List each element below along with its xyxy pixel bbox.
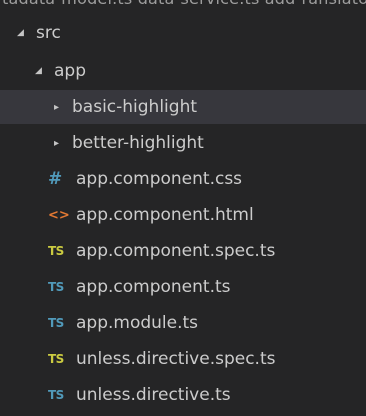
ts-file-icon: TS xyxy=(48,316,64,330)
tree-file-app-component-html[interactable]: <> app.component.html xyxy=(0,198,366,232)
folder-label-app: app xyxy=(54,61,86,81)
tree-file-app-component-ts[interactable]: TS app.component.ts xyxy=(0,270,366,304)
expanded-chevron-icon[interactable]: ◢ xyxy=(32,66,45,76)
clipped-previous-row-text: tadata-model.ts data-service.ts add-rans… xyxy=(2,0,366,8)
ts-spec-file-icon: TS xyxy=(48,244,64,258)
ts-spec-file-icon: TS xyxy=(48,352,64,366)
file-label: app.component.spec.ts xyxy=(76,241,276,261)
tree-folder-src[interactable]: ◢ src xyxy=(0,16,366,50)
file-label: unless.directive.ts xyxy=(76,385,231,405)
file-label: app.component.ts xyxy=(76,277,231,297)
tree-file-app-module-ts[interactable]: TS app.module.ts xyxy=(0,306,366,340)
collapsed-chevron-icon[interactable]: ▸ xyxy=(50,102,63,113)
tree-folder-basic-highlight[interactable]: ▸ basic-highlight xyxy=(0,90,366,124)
tree-file-app-component-spec-ts[interactable]: TS app.component.spec.ts xyxy=(0,234,366,268)
folder-label-better-highlight: better-highlight xyxy=(72,133,204,153)
html-file-icon: <> xyxy=(48,207,70,223)
folder-label-src: src xyxy=(36,23,61,43)
tree-file-unless-directive-spec-ts[interactable]: TS unless.directive.spec.ts xyxy=(0,342,366,376)
tree-folder-better-highlight[interactable]: ▸ better-highlight xyxy=(0,126,366,160)
collapsed-chevron-icon[interactable]: ▸ xyxy=(50,138,63,149)
expanded-chevron-icon[interactable]: ◢ xyxy=(14,28,27,38)
tree-folder-app[interactable]: ◢ app xyxy=(0,54,366,88)
file-label: app.component.css xyxy=(76,169,243,189)
clipped-previous-row: tadata-model.ts data-service.ts add-rans… xyxy=(0,0,366,12)
folder-label-basic-highlight: basic-highlight xyxy=(72,97,198,117)
css-file-icon: # xyxy=(48,169,63,189)
file-label: unless.directive.spec.ts xyxy=(76,349,276,369)
tree-file-app-component-css[interactable]: # app.component.css xyxy=(0,162,366,196)
file-label: app.module.ts xyxy=(76,313,199,333)
ts-file-icon: TS xyxy=(48,388,64,402)
file-label: app.component.html xyxy=(76,205,254,225)
file-explorer: tadata-model.ts data-service.ts add-rans… xyxy=(0,0,366,416)
tree-file-unless-directive-ts[interactable]: TS unless.directive.ts xyxy=(0,378,366,412)
ts-file-icon: TS xyxy=(48,280,64,294)
